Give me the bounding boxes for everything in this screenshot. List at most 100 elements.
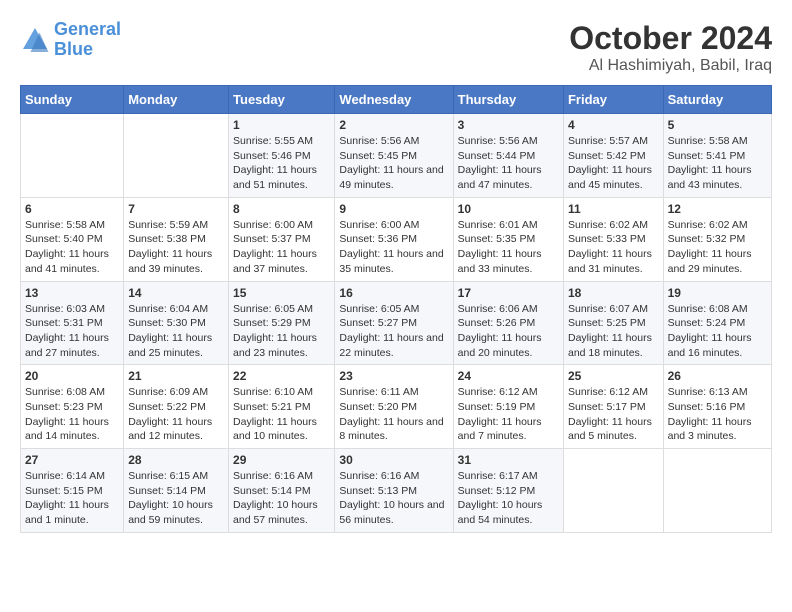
day-number: 25 (568, 369, 659, 383)
day-info: Sunrise: 6:03 AMSunset: 5:31 PMDaylight:… (25, 302, 119, 361)
calendar-cell: 8 Sunrise: 6:00 AMSunset: 5:37 PMDaylight… (229, 197, 335, 281)
day-number: 19 (668, 286, 767, 300)
day-number: 9 (339, 202, 448, 216)
calendar-cell: 3 Sunrise: 5:56 AMSunset: 5:44 PMDaylight… (453, 114, 563, 198)
day-info: Sunrise: 6:12 AMSunset: 5:17 PMDaylight:… (568, 385, 659, 444)
day-number: 21 (128, 369, 224, 383)
day-info: Sunrise: 5:58 AMSunset: 5:41 PMDaylight:… (668, 134, 767, 193)
calendar-cell (563, 449, 663, 533)
day-number: 17 (458, 286, 559, 300)
calendar-cell: 20 Sunrise: 6:08 AMSunset: 5:23 PMDayligh… (21, 365, 124, 449)
day-info: Sunrise: 6:04 AMSunset: 5:30 PMDaylight:… (128, 302, 224, 361)
calendar-cell: 23 Sunrise: 6:11 AMSunset: 5:20 PMDayligh… (335, 365, 453, 449)
week-row-4: 20 Sunrise: 6:08 AMSunset: 5:23 PMDayligh… (21, 365, 772, 449)
calendar-cell: 1 Sunrise: 5:55 AMSunset: 5:46 PMDaylight… (229, 114, 335, 198)
logo: General Blue (20, 20, 121, 60)
day-info: Sunrise: 5:56 AMSunset: 5:45 PMDaylight:… (339, 134, 448, 193)
day-number: 27 (25, 453, 119, 467)
day-number: 26 (668, 369, 767, 383)
logo-text: General Blue (54, 20, 121, 60)
day-info: Sunrise: 5:57 AMSunset: 5:42 PMDaylight:… (568, 134, 659, 193)
day-number: 7 (128, 202, 224, 216)
day-info: Sunrise: 6:15 AMSunset: 5:14 PMDaylight:… (128, 469, 224, 528)
day-info: Sunrise: 6:17 AMSunset: 5:12 PMDaylight:… (458, 469, 559, 528)
day-number: 11 (568, 202, 659, 216)
day-info: Sunrise: 6:00 AMSunset: 5:37 PMDaylight:… (233, 218, 330, 277)
calendar-cell: 15Sunrise: 6:05 AMSunset: 5:29 PMDayligh… (229, 281, 335, 365)
calendar-cell: 31Sunrise: 6:17 AMSunset: 5:12 PMDayligh… (453, 449, 563, 533)
day-number: 1 (233, 118, 330, 132)
day-number: 4 (568, 118, 659, 132)
calendar-cell (124, 114, 229, 198)
calendar-cell: 9Sunrise: 6:00 AMSunset: 5:36 PMDaylight… (335, 197, 453, 281)
title-block: October 2024 Al Hashimiyah, Babil, Iraq (569, 20, 772, 75)
calendar-cell: 5Sunrise: 5:58 AMSunset: 5:41 PMDaylight… (663, 114, 771, 198)
calendar-cell: 24 Sunrise: 6:12 AMSunset: 5:19 PMDayligh… (453, 365, 563, 449)
calendar-cell: 22Sunrise: 6:10 AMSunset: 5:21 PMDayligh… (229, 365, 335, 449)
day-header-monday: Monday (124, 86, 229, 114)
day-info: Sunrise: 6:08 AMSunset: 5:23 PMDaylight:… (25, 385, 119, 444)
day-header-tuesday: Tuesday (229, 86, 335, 114)
day-number: 24 (458, 369, 559, 383)
day-number: 29 (233, 453, 330, 467)
day-header-wednesday: Wednesday (335, 86, 453, 114)
day-info: Sunrise: 6:07 AMSunset: 5:25 PMDaylight:… (568, 302, 659, 361)
calendar-cell: 11 Sunrise: 6:02 AMSunset: 5:33 PMDayligh… (563, 197, 663, 281)
day-number: 6 (25, 202, 119, 216)
calendar-cell: 30 Sunrise: 6:16 AMSunset: 5:13 PMDayligh… (335, 449, 453, 533)
day-header-thursday: Thursday (453, 86, 563, 114)
day-info: Sunrise: 6:08 AMSunset: 5:24 PMDaylight:… (668, 302, 767, 361)
day-number: 10 (458, 202, 559, 216)
week-row-1: 1 Sunrise: 5:55 AMSunset: 5:46 PMDaylight… (21, 114, 772, 198)
week-row-2: 6 Sunrise: 5:58 AMSunset: 5:40 PMDaylight… (21, 197, 772, 281)
day-info: Sunrise: 5:55 AMSunset: 5:46 PMDaylight:… (233, 134, 330, 193)
month-title: October 2024 (569, 20, 772, 57)
day-number: 18 (568, 286, 659, 300)
day-info: Sunrise: 6:05 AMSunset: 5:29 PMDaylight:… (233, 302, 330, 361)
calendar-cell: 27 Sunrise: 6:14 AMSunset: 5:15 PMDayligh… (21, 449, 124, 533)
calendar-cell: 18 Sunrise: 6:07 AMSunset: 5:25 PMDayligh… (563, 281, 663, 365)
calendar-cell: 19 Sunrise: 6:08 AMSunset: 5:24 PMDayligh… (663, 281, 771, 365)
day-number: 20 (25, 369, 119, 383)
day-header-saturday: Saturday (663, 86, 771, 114)
calendar-cell: 17 Sunrise: 6:06 AMSunset: 5:26 PMDayligh… (453, 281, 563, 365)
calendar-cell: 6 Sunrise: 5:58 AMSunset: 5:40 PMDaylight… (21, 197, 124, 281)
day-info: Sunrise: 6:05 AMSunset: 5:27 PMDaylight:… (339, 302, 448, 361)
day-number: 2 (339, 118, 448, 132)
day-info: Sunrise: 6:02 AMSunset: 5:32 PMDaylight:… (668, 218, 767, 277)
day-info: Sunrise: 5:59 AMSunset: 5:38 PMDaylight:… (128, 218, 224, 277)
location: Al Hashimiyah, Babil, Iraq (569, 57, 772, 75)
calendar-cell: 13 Sunrise: 6:03 AMSunset: 5:31 PMDayligh… (21, 281, 124, 365)
calendar-table: SundayMondayTuesdayWednesdayThursdayFrid… (20, 85, 772, 533)
calendar-cell: 14Sunrise: 6:04 AMSunset: 5:30 PMDayligh… (124, 281, 229, 365)
day-info: Sunrise: 5:58 AMSunset: 5:40 PMDaylight:… (25, 218, 119, 277)
day-info: Sunrise: 6:12 AMSunset: 5:19 PMDaylight:… (458, 385, 559, 444)
calendar-cell: 28 Sunrise: 6:15 AMSunset: 5:14 PMDayligh… (124, 449, 229, 533)
week-row-3: 13 Sunrise: 6:03 AMSunset: 5:31 PMDayligh… (21, 281, 772, 365)
day-number: 13 (25, 286, 119, 300)
calendar-cell: 12Sunrise: 6:02 AMSunset: 5:32 PMDayligh… (663, 197, 771, 281)
day-number: 8 (233, 202, 330, 216)
day-info: Sunrise: 6:16 AMSunset: 5:13 PMDaylight:… (339, 469, 448, 528)
day-number: 16 (339, 286, 448, 300)
day-info: Sunrise: 6:02 AMSunset: 5:33 PMDaylight:… (568, 218, 659, 277)
calendar-cell: 25 Sunrise: 6:12 AMSunset: 5:17 PMDayligh… (563, 365, 663, 449)
day-info: Sunrise: 6:09 AMSunset: 5:22 PMDaylight:… (128, 385, 224, 444)
day-number: 23 (339, 369, 448, 383)
day-header-sunday: Sunday (21, 86, 124, 114)
day-info: Sunrise: 6:11 AMSunset: 5:20 PMDaylight:… (339, 385, 448, 444)
day-number: 28 (128, 453, 224, 467)
logo-icon (20, 25, 50, 55)
calendar-cell: 26Sunrise: 6:13 AMSunset: 5:16 PMDayligh… (663, 365, 771, 449)
day-number: 30 (339, 453, 448, 467)
calendar-cell: 10 Sunrise: 6:01 AMSunset: 5:35 PMDayligh… (453, 197, 563, 281)
day-number: 3 (458, 118, 559, 132)
day-info: Sunrise: 6:01 AMSunset: 5:35 PMDaylight:… (458, 218, 559, 277)
calendar-cell (21, 114, 124, 198)
calendar-cell: 21 Sunrise: 6:09 AMSunset: 5:22 PMDayligh… (124, 365, 229, 449)
day-info: Sunrise: 6:14 AMSunset: 5:15 PMDaylight:… (25, 469, 119, 528)
calendar-cell: 2 Sunrise: 5:56 AMSunset: 5:45 PMDaylight… (335, 114, 453, 198)
day-info: Sunrise: 5:56 AMSunset: 5:44 PMDaylight:… (458, 134, 559, 193)
day-header-friday: Friday (563, 86, 663, 114)
day-info: Sunrise: 6:06 AMSunset: 5:26 PMDaylight:… (458, 302, 559, 361)
